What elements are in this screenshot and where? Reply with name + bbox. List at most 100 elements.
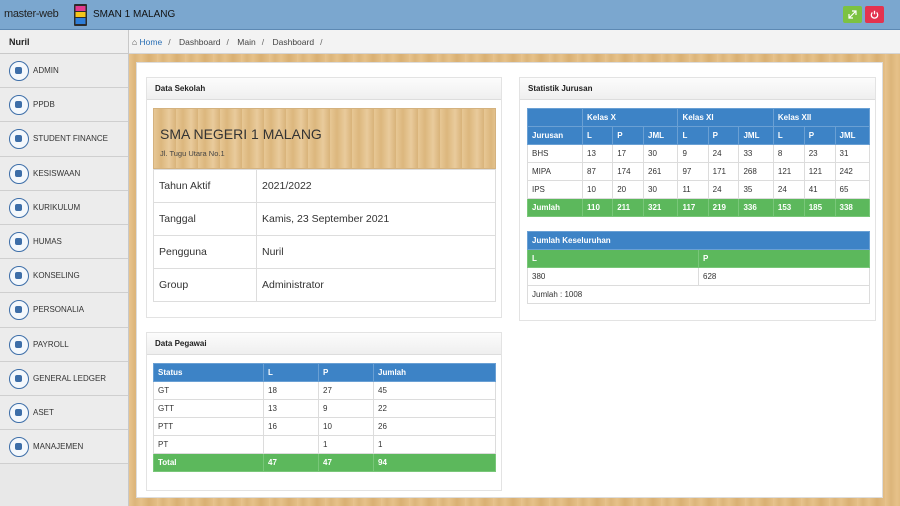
heart-icon [9, 266, 29, 287]
table-cell: 1 [373, 435, 496, 454]
sidebar-item-payroll[interactable]: PAYROLL [0, 327, 128, 362]
sidebar-item-manajemen[interactable]: MANAJEMEN [0, 430, 128, 465]
table-cell: 24 [707, 144, 740, 163]
total-cell: 321 [642, 198, 679, 217]
info-key: Tanggal [153, 202, 257, 236]
building-icon [9, 437, 29, 458]
table-cell: 65 [834, 180, 871, 199]
sidebar-item-label: PERSONALIA [33, 305, 85, 315]
top-bar: master-web SMAN 1 MALANG [0, 0, 900, 30]
table-cell: 174 [612, 162, 644, 181]
breadcrumb-item-main[interactable]: Main [237, 37, 255, 47]
sidebar-item-konseling[interactable]: KONSELING [0, 259, 128, 294]
table-row: 380 628 [527, 267, 870, 286]
total-row: Jumlah 110 211 321 117 219 336 153 185 338 [527, 198, 871, 217]
data-sekolah-box: Data Sekolah SMA NEGERI 1 MALANG Jl. Tug… [146, 77, 502, 318]
table-cell: 8 [772, 144, 805, 163]
sidebar-item-ppdb[interactable]: PPDB [0, 88, 128, 123]
column-header: P [803, 126, 836, 145]
data-pegawai-title: Data Pegawai [147, 333, 501, 355]
grand-total: Jumlah : 1008 [527, 285, 870, 304]
column-header: L [527, 249, 699, 268]
sidebar-item-label: KESISWAAN [33, 168, 81, 178]
support-icon [9, 231, 29, 252]
breadcrumb-item-dashboard[interactable]: Dashboard [179, 37, 221, 47]
sidebar-item-label: KONSELING [33, 271, 80, 281]
info-value: 2021/2022 [256, 169, 496, 203]
info-value: Kamis, 23 September 2021 [256, 202, 496, 236]
total-cell: 211 [612, 198, 644, 217]
book-icon [9, 402, 29, 423]
table-cell: 17 [612, 144, 644, 163]
sidebar-item-label: GENERAL LEDGER [33, 373, 107, 383]
sidebar-item-aset[interactable]: ASET [0, 395, 128, 431]
home-icon[interactable]: ⌂ [132, 37, 137, 47]
sidebar-item-personalia[interactable]: PERSONALIA [0, 293, 128, 328]
data-pegawai-box: Data Pegawai Status L P Jumlah GT 18 27 45 GTT 13… [146, 332, 502, 491]
school-title: SMAN 1 MALANG [93, 9, 176, 20]
table-cell [263, 435, 319, 454]
total-cell: 94 [373, 453, 496, 472]
sidebar-item-kesiswaan[interactable]: KESISWAAN [0, 156, 128, 191]
table-cell: 171 [707, 162, 740, 181]
table-row: IPS 10 20 30 11 24 35 24 41 65 [527, 180, 871, 199]
breadcrumb-home[interactable]: Home [140, 37, 163, 47]
table-cell: 26 [373, 417, 496, 436]
table-row: GTT 13 9 22 [153, 399, 496, 418]
power-icon [870, 10, 879, 19]
sidebar-item-kurikulum[interactable]: KURIKULUM [0, 190, 128, 225]
table-row: Jumlah : 1008 [527, 285, 870, 304]
column-header: L [772, 126, 805, 145]
people-icon [9, 300, 29, 321]
breadcrumb: ⌂ Home / Dashboard / Main / Dashboard / [129, 30, 900, 54]
sidebar-item-label: PPDB [33, 100, 55, 110]
app-logo[interactable]: master-web [4, 8, 59, 20]
table-cell: 11 [677, 180, 709, 199]
table-cell: 23 [803, 144, 836, 163]
total-cell: 336 [738, 198, 774, 217]
expand-button[interactable] [843, 6, 862, 23]
sidebar-item-admin[interactable]: ADMIN [0, 54, 128, 89]
total-cell: Total [153, 453, 264, 472]
sidebar-item-label: KURIKULUM [33, 202, 81, 212]
info-key: Tahun Aktif [153, 169, 257, 203]
info-row: Tahun Aktif 2021/2022 [153, 169, 496, 203]
column-header: L [677, 126, 709, 145]
table-cell: 31 [834, 144, 871, 163]
column-header: JML [738, 126, 774, 145]
data-sekolah-title: Data Sekolah [147, 78, 501, 100]
table-cell: 10 [581, 180, 614, 199]
total-cell: 153 [772, 198, 805, 217]
total-cell: Jumlah [527, 198, 583, 217]
sidebar-item-label: STUDENT FINANCE [33, 134, 108, 144]
column-header [527, 108, 583, 127]
sidebar-item-student-finance[interactable]: STUDENT FINANCE [0, 122, 128, 157]
column-header: Jurusan [527, 126, 583, 145]
group-header: Kelas X [581, 108, 679, 127]
table-cell: 261 [642, 162, 679, 181]
group-header-row: Kelas X Kelas XI Kelas XII [527, 108, 871, 127]
logout-button[interactable] [865, 6, 884, 23]
table-cell: 97 [677, 162, 709, 181]
table-cell: 1 [318, 435, 374, 454]
table-cell: 24 [772, 180, 805, 199]
total-cell: 47 [263, 453, 319, 472]
student-icon [9, 163, 29, 184]
info-value: Nuril [256, 235, 496, 269]
table-cell: 30 [642, 180, 679, 199]
sidebar-item-general-ledger[interactable]: GENERAL LEDGER [0, 361, 128, 396]
total-cell: 47 [318, 453, 374, 472]
table-cell: 33 [738, 144, 774, 163]
table-cell: 16 [263, 417, 319, 436]
sidebar-item-label: HUMAS [33, 236, 62, 246]
table-cell: 13 [263, 399, 319, 418]
sidebar-item-humas[interactable]: HUMAS [0, 224, 128, 260]
sidebar-item-label: MANAJEMEN [33, 442, 84, 452]
statistik-jurusan-title: Statistik Jurusan [520, 78, 875, 100]
table-row: PTT 16 10 26 [153, 417, 496, 436]
table-row: MIPA 87 174 261 97 171 268 121 121 242 [527, 162, 871, 181]
table-cell: 242 [834, 162, 871, 181]
table-cell: 22 [373, 399, 496, 418]
table-row: BHS 13 17 30 9 24 33 8 23 31 [527, 144, 871, 163]
table-cell: 10 [318, 417, 374, 436]
